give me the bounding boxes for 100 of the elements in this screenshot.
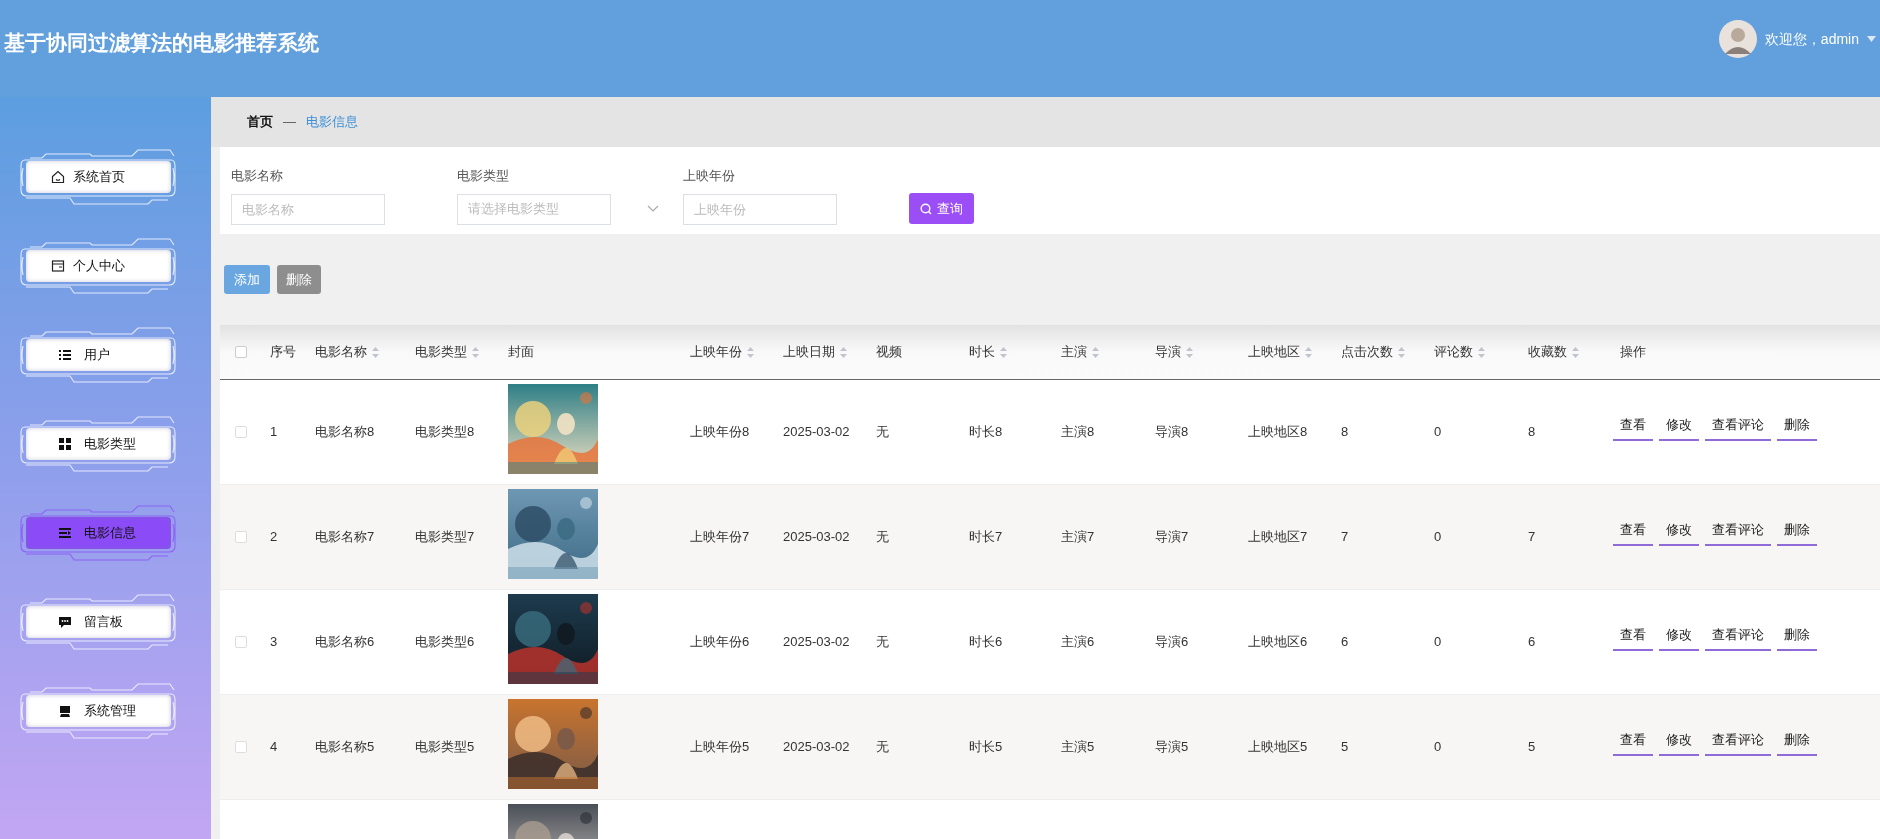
- sort-icon: [1000, 346, 1007, 358]
- column-header[interactable]: 主演: [1061, 342, 1087, 362]
- list-icon: [57, 348, 72, 362]
- checkbox[interactable]: [235, 346, 247, 358]
- action-link[interactable]: 修改: [1659, 415, 1699, 441]
- checkbox[interactable]: [235, 636, 247, 648]
- action-link[interactable]: 删除: [1777, 520, 1817, 546]
- table-cell-text: 3: [270, 633, 278, 652]
- column-header[interactable]: 电影名称: [315, 342, 367, 362]
- action-link[interactable]: 删除: [1777, 625, 1817, 651]
- column-header: 序号: [270, 343, 296, 362]
- table-cell-text: 上映地区5: [1248, 738, 1308, 757]
- breadcrumb-current: 电影信息: [306, 113, 358, 132]
- table-cell-text: 7: [1528, 528, 1536, 547]
- sidebar-item[interactable]: 系统首页: [25, 161, 171, 193]
- table-cell-text: 上映年份8: [690, 423, 750, 442]
- column-header[interactable]: 导演: [1155, 342, 1181, 362]
- column-header[interactable]: 上映年份: [690, 342, 742, 362]
- action-link[interactable]: 修改: [1659, 520, 1699, 546]
- table-cell-text: 无: [876, 738, 889, 757]
- column-header[interactable]: 上映日期: [783, 342, 835, 362]
- breadcrumb-separator: —: [283, 113, 296, 132]
- sidebar-item[interactable]: 用户: [25, 339, 171, 371]
- action-link[interactable]: 查看评论: [1705, 415, 1771, 441]
- table-cell-text: 电影类型7: [415, 528, 475, 547]
- table-cell-text: 电影名称5: [315, 738, 375, 757]
- action-link[interactable]: 查看: [1613, 415, 1653, 441]
- column-header[interactable]: 收藏数: [1528, 342, 1567, 362]
- table-cell-text: 电影名称7: [315, 528, 375, 547]
- table-cell-text: 2: [270, 528, 278, 547]
- table-cell-text: 2025-03-02: [783, 738, 850, 757]
- table-cell-text: 导演6: [1155, 633, 1189, 652]
- table-cell-text: 5: [1341, 738, 1349, 757]
- field-label: 电影类型: [457, 167, 510, 185]
- search-icon: [920, 202, 932, 215]
- action-link[interactable]: 删除: [1777, 730, 1817, 756]
- action-link[interactable]: 查看评论: [1705, 730, 1771, 756]
- table-cell-text: 8: [1341, 423, 1349, 442]
- action-link[interactable]: 查看: [1613, 625, 1653, 651]
- column-header: 视频: [876, 343, 902, 362]
- action-link[interactable]: 修改: [1659, 730, 1699, 756]
- checkbox[interactable]: [235, 741, 247, 753]
- sidebar-item[interactable]: 个人中心: [25, 250, 171, 282]
- table-cell-text: 0: [1434, 738, 1442, 757]
- column-header: 操作: [1620, 343, 1646, 362]
- table-cell-text: 主演6: [1061, 633, 1095, 652]
- action-link[interactable]: 查看评论: [1705, 520, 1771, 546]
- table-cell-text: 上映地区7: [1248, 528, 1308, 547]
- input-field[interactable]: 上映年份: [683, 193, 837, 225]
- search-button[interactable]: 查询: [909, 193, 974, 224]
- table-cell-text: 0: [1434, 423, 1442, 442]
- sidebar-item[interactable]: 电影类型: [25, 428, 171, 460]
- table-cell-text: 上映地区6: [1248, 633, 1308, 652]
- table-cell-text: 电影类型8: [415, 423, 475, 442]
- table-cell-text: 无: [876, 633, 889, 652]
- column-header[interactable]: 评论数: [1434, 342, 1473, 362]
- sort-icon: [1305, 346, 1312, 358]
- sidebar-item[interactable]: 电影信息: [25, 517, 171, 549]
- table-cell-text: 2025-03-02: [783, 633, 850, 652]
- table-cell-text: 2025-03-02: [783, 528, 850, 547]
- grid-icon: [57, 437, 72, 451]
- home-icon: [50, 170, 65, 184]
- table-cell-text: 电影名称6: [315, 633, 375, 652]
- column-header[interactable]: 时长: [969, 342, 995, 362]
- table-cell-text: 无: [876, 423, 889, 442]
- sidebar-item[interactable]: 系统管理: [25, 695, 171, 727]
- action-link[interactable]: 修改: [1659, 625, 1699, 651]
- action-link[interactable]: 查看: [1613, 520, 1653, 546]
- avatar-icon: [1718, 20, 1757, 58]
- column-header[interactable]: 电影类型: [415, 342, 467, 362]
- table-cell-text: 6: [1341, 633, 1349, 652]
- table-cell-text: 主演5: [1061, 738, 1095, 757]
- table-cell-text: 主演8: [1061, 423, 1095, 442]
- table-cell-text: 6: [1528, 633, 1536, 652]
- action-link[interactable]: 查看评论: [1705, 625, 1771, 651]
- input-field[interactable]: 电影名称: [231, 193, 385, 225]
- card-icon: [50, 259, 65, 273]
- table-cell-text: 上映年份6: [690, 633, 750, 652]
- action-link[interactable]: 删除: [1777, 415, 1817, 441]
- action-link[interactable]: 查看: [1613, 730, 1653, 756]
- table-cell-text: 无: [876, 528, 889, 547]
- checkbox[interactable]: [235, 426, 247, 438]
- table-cell-text: 电影名称8: [315, 423, 375, 442]
- table-cell-text: 电影类型6: [415, 633, 475, 652]
- sort-icon: [472, 346, 479, 358]
- breadcrumb-link[interactable]: 首页: [247, 112, 273, 132]
- sort-icon: [1478, 346, 1485, 358]
- table-cell-text: 导演7: [1155, 528, 1189, 547]
- table-cell-text: 主演7: [1061, 528, 1095, 547]
- field-label: 上映年份: [683, 167, 736, 185]
- column-header[interactable]: 上映地区: [1248, 342, 1300, 362]
- table-cell-text: 7: [1341, 528, 1349, 547]
- monitor-icon: [57, 704, 72, 718]
- sort-icon: [747, 346, 754, 358]
- sidebar-item[interactable]: 留言板: [25, 606, 171, 638]
- checkbox[interactable]: [235, 531, 247, 543]
- sort-icon: [840, 346, 847, 358]
- table-cell-text: 上映地区8: [1248, 423, 1308, 442]
- table-cell-text: 电影类型5: [415, 738, 475, 757]
- column-header[interactable]: 点击次数: [1341, 342, 1393, 362]
